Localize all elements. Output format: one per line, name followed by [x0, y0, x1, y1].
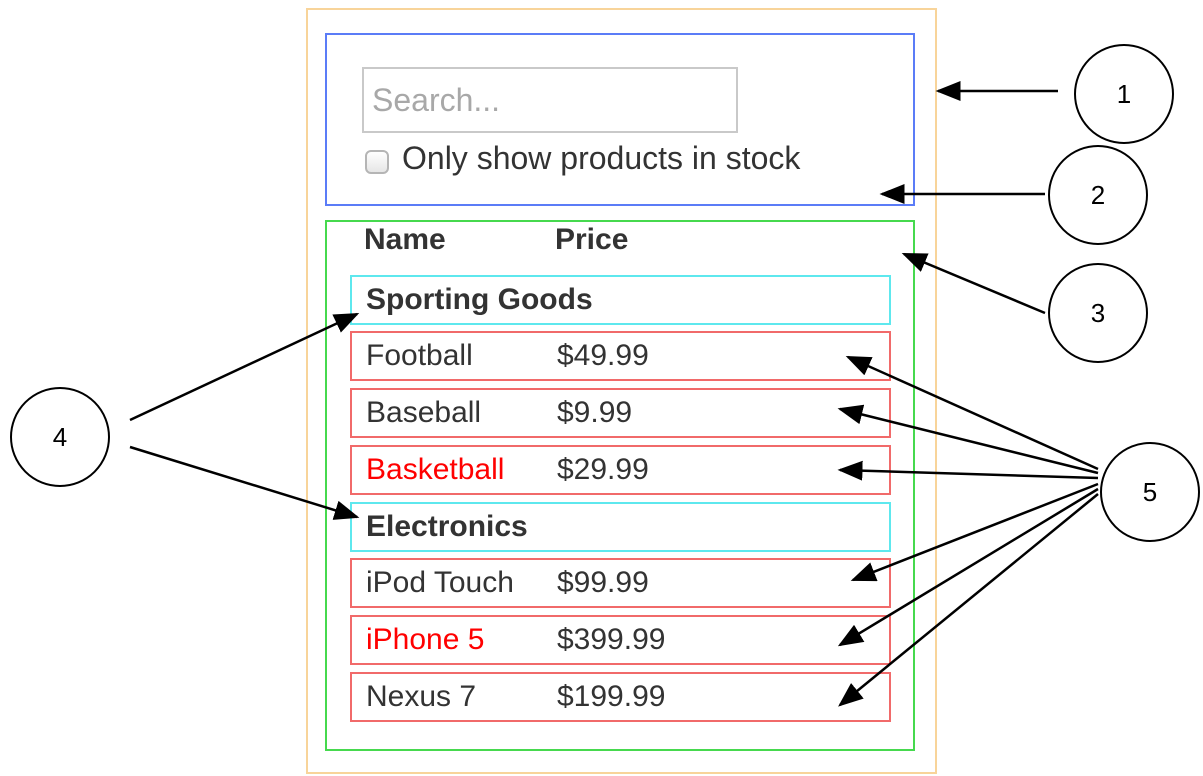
callout-2: 2 — [1048, 145, 1148, 245]
arrow-4b — [129, 445, 360, 520]
arrow-5e — [837, 487, 1099, 647]
arrow-5c — [837, 460, 1099, 481]
arrow-5d — [850, 482, 1099, 582]
callout-5: 5 — [1100, 442, 1200, 542]
callout-1: 1 — [1074, 44, 1174, 144]
arrow-3 — [901, 252, 1046, 315]
callout-3: 3 — [1048, 263, 1148, 363]
arrow-5a — [845, 355, 1099, 471]
callout-arrows — [129, 81, 1099, 707]
arrow-5b — [837, 404, 1099, 475]
callout-4: 4 — [10, 387, 110, 487]
arrow-5f — [838, 493, 1099, 707]
arrow-4a — [129, 312, 360, 422]
